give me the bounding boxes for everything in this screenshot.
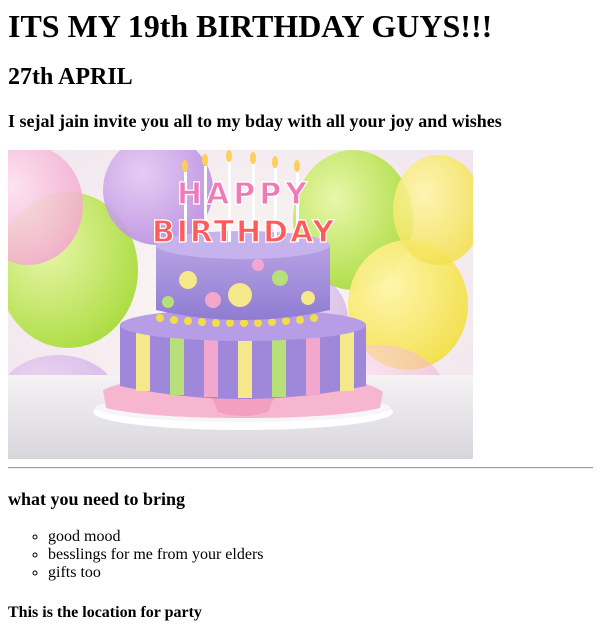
list-item: besslings for me from your elders: [48, 546, 593, 564]
page-title: ITS MY 19th BIRTHDAY GUYS!!!: [8, 8, 493, 44]
bring-list: good mood besslings for me from your eld…: [8, 528, 593, 582]
topper-birthday: BIRTHDAY: [152, 215, 336, 250]
bring-heading: what you need to bring: [8, 489, 186, 509]
birthday-cake-image: HAPPY BIRTHDAY: [8, 150, 473, 459]
divider: [8, 467, 593, 469]
invite-text: I sejal jain invite you all to my bday w…: [8, 111, 502, 131]
list-item: good mood: [48, 528, 593, 546]
list-item: gifts too: [48, 564, 593, 582]
page: ITS MY 19th BIRTHDAY GUYS!!! 27th APRIL …: [0, 0, 601, 636]
topper-happy: HAPPY: [177, 177, 311, 212]
party-date: 27th APRIL: [8, 64, 133, 90]
location-heading: This is the location for party: [8, 604, 202, 621]
